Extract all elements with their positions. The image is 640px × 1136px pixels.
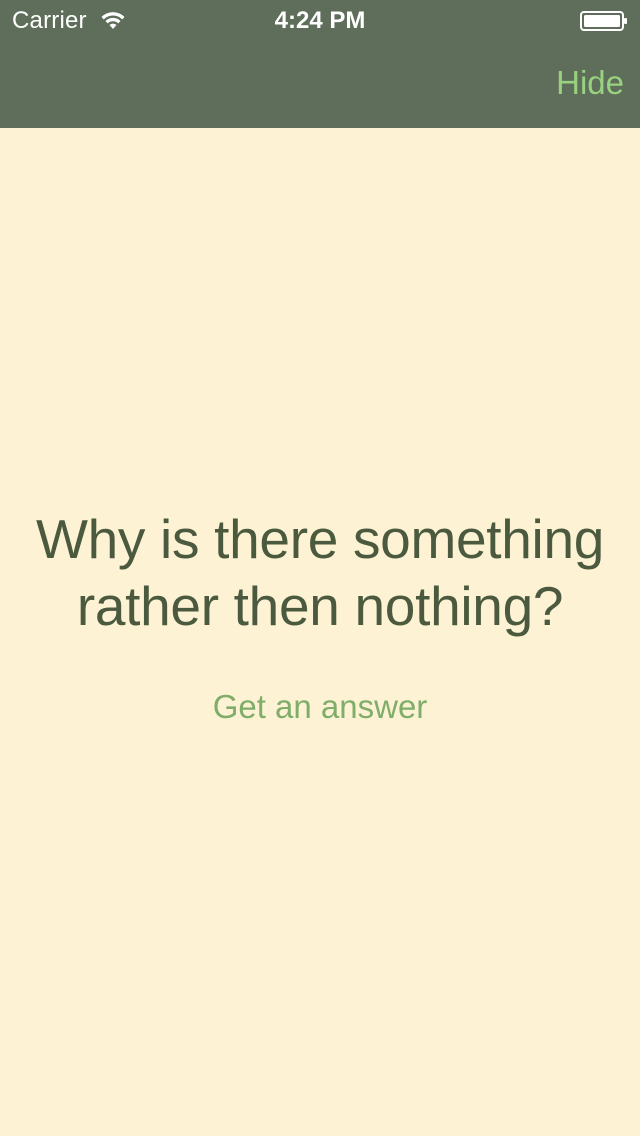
screen: Carrier 4:24 PM Hide Why is there someth… [0, 0, 640, 1136]
status-time: 4:24 PM [274, 7, 366, 34]
status-bar: Carrier 4:24 PM [0, 0, 640, 40]
hide-button[interactable]: Hide [556, 64, 624, 102]
get-answer-button[interactable]: Get an answer [0, 688, 640, 726]
top-bar: Carrier 4:24 PM Hide [0, 0, 640, 128]
battery-icon [580, 11, 627, 31]
navigation-bar: Hide [0, 40, 640, 128]
question-text: Why is there something rather then nothi… [35, 508, 605, 637]
